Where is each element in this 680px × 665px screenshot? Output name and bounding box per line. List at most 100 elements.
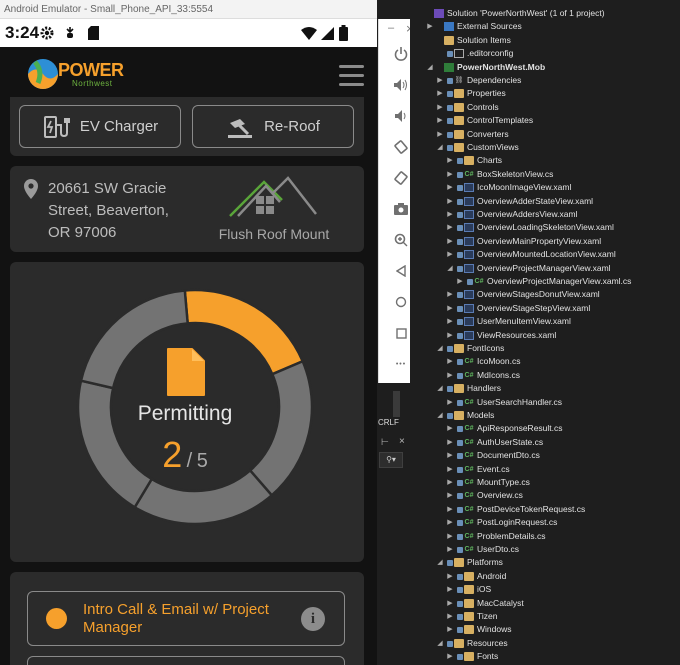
tree-item[interactable]: ▶ OverviewAdderStateView.xaml	[410, 195, 680, 208]
expand-arrow-icon[interactable]: ▶	[436, 87, 444, 100]
expand-arrow-icon[interactable]: ▶	[446, 181, 454, 194]
tree-item[interactable]: ▶ OverviewStageStepView.xaml	[410, 302, 680, 315]
tree-item[interactable]: ▶ OverviewAddersView.xaml	[410, 208, 680, 221]
expand-arrow-icon[interactable]: ▶	[446, 154, 454, 167]
expand-arrow-icon[interactable]: ▶	[456, 275, 464, 288]
tree-item[interactable]: ◢ Platforms	[410, 556, 680, 569]
tree-item[interactable]: ▶ Android	[410, 570, 680, 583]
tree-item[interactable]: ▶ C# MdIcons.cs	[410, 369, 680, 382]
collapse-arrow-icon[interactable]: ◢	[446, 262, 454, 275]
tree-item[interactable]: ▶ C# PostDeviceTokenRequest.cs	[410, 503, 680, 516]
tree-item[interactable]: ▶ C# UserDto.cs	[410, 543, 680, 556]
tree-item[interactable]: ▶ C# Event.cs	[410, 463, 680, 476]
line-ending-indicator[interactable]: CRLF	[378, 418, 399, 427]
tree-item[interactable]: ▶ OverviewStagesDonutView.xaml	[410, 288, 680, 301]
expand-arrow-icon[interactable]: ▶	[446, 583, 454, 596]
tree-item[interactable]: ▶ Fonts	[410, 650, 680, 663]
tree-item[interactable]: ▶ Charts	[410, 154, 680, 167]
tree-item[interactable]: ▶ UserMenuItemView.xaml	[410, 315, 680, 328]
collapse-arrow-icon[interactable]: ◢	[436, 556, 444, 569]
tree-item[interactable]: ◢ OverviewProjectManagerView.xaml	[410, 262, 680, 275]
tree-item[interactable]: ▶ Windows	[410, 623, 680, 636]
expand-arrow-icon[interactable]: ▶	[446, 315, 454, 328]
tree-item[interactable]: ▶ IcoMoonImageView.xaml	[410, 181, 680, 194]
tree-item[interactable]: ▶ ⛓ Dependencies	[410, 74, 680, 87]
tree-item[interactable]: ▶ C# BoxSkeletonView.cs	[410, 168, 680, 181]
expand-arrow-icon[interactable]: ▶	[446, 570, 454, 583]
re-roof-button[interactable]: Re-Roof	[192, 105, 354, 148]
expand-arrow-icon[interactable]: ▶	[446, 449, 454, 462]
expand-arrow-icon[interactable]: ▶	[446, 195, 454, 208]
tree-item[interactable]: Solution Items	[410, 34, 680, 47]
tree-item[interactable]: ◢ Resources	[410, 637, 680, 650]
expand-arrow-icon[interactable]: ▶	[446, 503, 454, 516]
tree-item[interactable]: ▶ MacCatalyst	[410, 597, 680, 610]
tree-item[interactable]: ▶ C# AuthUserState.cs	[410, 436, 680, 449]
search-options-icon[interactable]: ⚲▾	[379, 452, 403, 468]
tree-item[interactable]: ▶ Tizen	[410, 610, 680, 623]
expand-arrow-icon[interactable]: ▶	[446, 369, 454, 382]
info-icon[interactable]: i	[301, 607, 325, 631]
tree-item[interactable]: ▶ C# IcoMoon.cs	[410, 355, 680, 368]
tree-item[interactable]: ▶ C# OverviewProjectManagerView.xaml.cs	[410, 275, 680, 288]
tree-item[interactable]: ▶ iOS	[410, 583, 680, 596]
collapse-arrow-icon[interactable]: ◢	[436, 637, 444, 650]
expand-arrow-icon[interactable]: ▶	[446, 623, 454, 636]
expand-arrow-icon[interactable]: ▶	[446, 168, 454, 181]
tree-item[interactable]: Solution 'PowerNorthWest' (1 of 1 projec…	[410, 7, 680, 20]
expand-arrow-icon[interactable]: ▶	[446, 221, 454, 234]
tree-item[interactable]: ▶ ViewResources.xaml	[410, 329, 680, 342]
editor-scrollbar[interactable]	[393, 391, 400, 417]
expand-arrow-icon[interactable]: ▶	[446, 208, 454, 221]
expand-arrow-icon[interactable]: ▶	[446, 235, 454, 248]
pin-icon[interactable]: ⊢	[381, 437, 389, 448]
tree-item[interactable]: ▶ C# MountType.cs	[410, 476, 680, 489]
tree-item[interactable]: ▶ ControlTemplates	[410, 114, 680, 127]
expand-arrow-icon[interactable]: ▶	[446, 396, 454, 409]
collapse-arrow-icon[interactable]: ◢	[436, 409, 444, 422]
tree-item[interactable]: .editorconfig	[410, 47, 680, 60]
ev-charger-button[interactable]: EV Charger	[19, 105, 181, 148]
expand-arrow-icon[interactable]: ▶	[446, 650, 454, 663]
collapse-arrow-icon[interactable]: ◢	[426, 61, 434, 74]
tree-item[interactable]: ▶ OverviewLoadingSkeletonView.xaml	[410, 221, 680, 234]
tree-item[interactable]: ▶ Controls	[410, 101, 680, 114]
tree-item[interactable]: ▶ Converters	[410, 128, 680, 141]
minimize-button[interactable]: –	[388, 22, 394, 34]
expand-arrow-icon[interactable]: ▶	[446, 355, 454, 368]
tree-item[interactable]: ◢ Handlers	[410, 382, 680, 395]
collapse-arrow-icon[interactable]: ◢	[436, 141, 444, 154]
expand-arrow-icon[interactable]: ▶	[446, 597, 454, 610]
collapse-arrow-icon[interactable]: ◢	[436, 382, 444, 395]
tree-item[interactable]: ▶ C# ApiResponseResult.cs	[410, 422, 680, 435]
expand-arrow-icon[interactable]: ▶	[446, 436, 454, 449]
tree-item[interactable]: ▶ C# ProblemDetails.cs	[410, 530, 680, 543]
tree-item[interactable]: ▶ External Sources	[410, 20, 680, 33]
expand-arrow-icon[interactable]: ▶	[446, 422, 454, 435]
collapse-arrow-icon[interactable]: ◢	[436, 342, 444, 355]
expand-arrow-icon[interactable]: ▶	[436, 74, 444, 87]
expand-arrow-icon[interactable]: ▶	[436, 128, 444, 141]
expand-arrow-icon[interactable]: ▶	[446, 516, 454, 529]
expand-arrow-icon[interactable]: ▶	[446, 476, 454, 489]
expand-arrow-icon[interactable]: ▶	[446, 489, 454, 502]
brand-logo[interactable]: POWER Northwest	[26, 57, 124, 97]
tree-item[interactable]: ▶ C# UserSearchHandler.cs	[410, 396, 680, 409]
expand-arrow-icon[interactable]: ▶	[446, 288, 454, 301]
tree-item[interactable]: ▶ OverviewMainPropertyView.xaml	[410, 235, 680, 248]
expand-arrow-icon[interactable]: ▶	[446, 302, 454, 315]
tree-item[interactable]: ◢ FontIcons	[410, 342, 680, 355]
tree-item[interactable]: ▶ C# DocumentDto.cs	[410, 449, 680, 462]
expand-arrow-icon[interactable]: ▶	[446, 463, 454, 476]
expand-arrow-icon[interactable]: ▶	[446, 329, 454, 342]
expand-arrow-icon[interactable]: ▶	[446, 610, 454, 623]
expand-arrow-icon[interactable]: ▶	[436, 101, 444, 114]
tree-item[interactable]: ◢ PowerNorthWest.Mob	[410, 61, 680, 74]
tree-item[interactable]: ◢ Models	[410, 409, 680, 422]
expand-arrow-icon[interactable]: ▶	[446, 543, 454, 556]
tree-item[interactable]: ◢ CustomViews	[410, 141, 680, 154]
step-item[interactable]: Intro Call & Email w/ Project Manager i	[27, 591, 345, 646]
expand-arrow-icon[interactable]: ▶	[436, 114, 444, 127]
expand-arrow-icon[interactable]: ▶	[446, 530, 454, 543]
expand-arrow-icon[interactable]: ▶	[426, 20, 434, 33]
